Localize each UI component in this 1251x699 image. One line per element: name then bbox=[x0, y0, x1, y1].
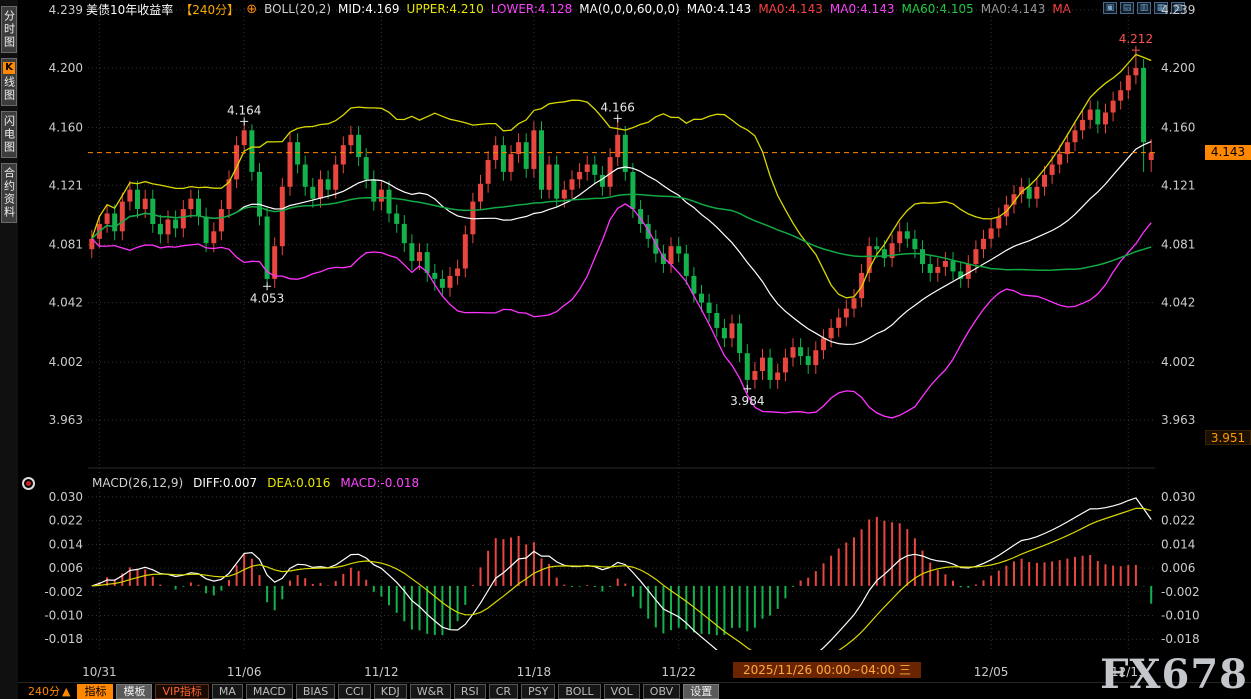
marker-dot bbox=[26, 481, 31, 486]
macd-diff-line bbox=[92, 498, 1151, 676]
indicator-toolbar: 240分 ▲ 指标模板VIP指标 MAMACDBIASCCIKDJW&RRSICR… bbox=[18, 682, 1251, 699]
svg-text:3.984: 3.984 bbox=[730, 394, 764, 408]
trading-app-window: 分时图K线图闪电图合约资料 美债10年收益率 【240分】 ⊕ BOLL(20,… bbox=[0, 0, 1251, 699]
svg-text:11/18: 11/18 bbox=[517, 665, 552, 679]
footer-tab-wr[interactable]: W&R bbox=[410, 684, 451, 699]
footer-tab-cci[interactable]: CCI bbox=[338, 684, 371, 699]
low-marker-label: 3.951 bbox=[1205, 430, 1251, 445]
marker-circle-icon[interactable] bbox=[22, 477, 35, 490]
svg-text:-0.002: -0.002 bbox=[44, 585, 83, 599]
footer-tabs: 指标模板VIP指标 MAMACDBIASCCIKDJW&RRSICRPSYBOLL… bbox=[77, 684, 719, 699]
svg-text:4.081: 4.081 bbox=[49, 238, 83, 252]
svg-text:11/12: 11/12 bbox=[364, 665, 399, 679]
footer-tab-macd[interactable]: MACD bbox=[246, 684, 293, 699]
svg-text:3.963: 3.963 bbox=[1161, 413, 1195, 427]
footer-tab-vol[interactable]: VOL bbox=[604, 684, 640, 699]
macd-legend-1: DIFF:0.007 bbox=[193, 476, 257, 490]
macd-legend-2: DEA:0.016 bbox=[267, 476, 330, 490]
svg-text:-0.002: -0.002 bbox=[1161, 585, 1200, 599]
svg-text:12/05: 12/05 bbox=[974, 665, 1009, 679]
svg-text:11/06: 11/06 bbox=[227, 665, 262, 679]
svg-text:4.200: 4.200 bbox=[49, 61, 83, 75]
svg-text:-0.018: -0.018 bbox=[1161, 632, 1200, 646]
footer-tab-bias[interactable]: BIAS bbox=[296, 684, 335, 699]
macd-dea-line bbox=[92, 508, 1151, 665]
svg-text:0.014: 0.014 bbox=[49, 537, 83, 551]
svg-text:0.030: 0.030 bbox=[1161, 490, 1195, 504]
current-price-label: 4.143 bbox=[1205, 145, 1251, 160]
svg-text:0.014: 0.014 bbox=[1161, 537, 1195, 551]
svg-text:4.121: 4.121 bbox=[49, 178, 83, 192]
footer-tab-cr[interactable]: CR bbox=[489, 684, 518, 699]
svg-text:4.160: 4.160 bbox=[49, 120, 83, 134]
footer-tab-settings[interactable]: 设置 bbox=[683, 684, 719, 699]
footer-tab-boll[interactable]: BOLL bbox=[558, 684, 600, 699]
svg-text:0.022: 0.022 bbox=[1161, 514, 1195, 528]
svg-text:0.006: 0.006 bbox=[49, 561, 83, 575]
period-selector[interactable]: 240分 ▲ bbox=[28, 683, 70, 699]
svg-text:0.006: 0.006 bbox=[1161, 561, 1195, 575]
svg-text:4.042: 4.042 bbox=[1161, 296, 1195, 310]
svg-text:4.239: 4.239 bbox=[1161, 3, 1195, 17]
svg-text:4.121: 4.121 bbox=[1161, 178, 1195, 192]
footer-tab-vip-indicator[interactable]: VIP指标 bbox=[155, 684, 208, 699]
boll-mid-line bbox=[92, 142, 1151, 345]
period-label: 240分 bbox=[28, 683, 60, 699]
svg-text:4.200: 4.200 bbox=[1161, 61, 1195, 75]
svg-text:-0.010: -0.010 bbox=[1161, 609, 1200, 623]
svg-text:4.081: 4.081 bbox=[1161, 238, 1195, 252]
svg-text:0.030: 0.030 bbox=[49, 490, 83, 504]
main-chart[interactable]: 4.164 4.053 4.166 3.984 4.212 4.239 4.239 4.200… bbox=[0, 0, 1251, 699]
macd-legend: MACD(26,12,9) DIFF:0.007 DEA:0.016 MACD:-0.… bbox=[92, 476, 419, 490]
macd-histogram bbox=[92, 517, 1151, 635]
svg-text:3.963: 3.963 bbox=[49, 413, 83, 427]
svg-text:11/22: 11/22 bbox=[661, 665, 696, 679]
svg-text:4.239: 4.239 bbox=[49, 3, 83, 17]
svg-text:4.002: 4.002 bbox=[1161, 355, 1195, 369]
svg-text:4.164: 4.164 bbox=[227, 103, 261, 117]
footer-tab-rsi[interactable]: RSI bbox=[454, 684, 486, 699]
macd-legend-0: MACD(26,12,9) bbox=[92, 476, 183, 490]
svg-text:-0.010: -0.010 bbox=[44, 609, 83, 623]
footer-tab-template[interactable]: 模板 bbox=[116, 684, 152, 699]
svg-text:4.212: 4.212 bbox=[1119, 32, 1153, 46]
svg-text:4.053: 4.053 bbox=[250, 291, 284, 305]
svg-text:0.022: 0.022 bbox=[49, 514, 83, 528]
svg-text:-0.018: -0.018 bbox=[44, 632, 83, 646]
svg-text:4.166: 4.166 bbox=[601, 100, 635, 114]
macd-legend-3: MACD:-0.018 bbox=[340, 476, 419, 490]
svg-text:10/31: 10/31 bbox=[82, 665, 117, 679]
footer-tab-ma[interactable]: MA bbox=[212, 684, 243, 699]
chevron-up-icon: ▲ bbox=[62, 685, 70, 698]
svg-text:4.002: 4.002 bbox=[49, 355, 83, 369]
footer-tab-indicator[interactable]: 指标 bbox=[77, 684, 113, 699]
svg-text:4.160: 4.160 bbox=[1161, 120, 1195, 134]
watermark: FX678 bbox=[1100, 655, 1248, 695]
footer-tab-obv[interactable]: OBV bbox=[643, 684, 680, 699]
footer-tab-psy[interactable]: PSY bbox=[521, 684, 555, 699]
selected-time-label: 2025/11/26 00:00~04:00 三 bbox=[733, 662, 921, 678]
price-annotations: 4.164 4.053 4.166 3.984 4.212 bbox=[227, 32, 1153, 408]
footer-tab-kdj[interactable]: KDJ bbox=[374, 684, 407, 699]
svg-text:4.042: 4.042 bbox=[49, 296, 83, 310]
